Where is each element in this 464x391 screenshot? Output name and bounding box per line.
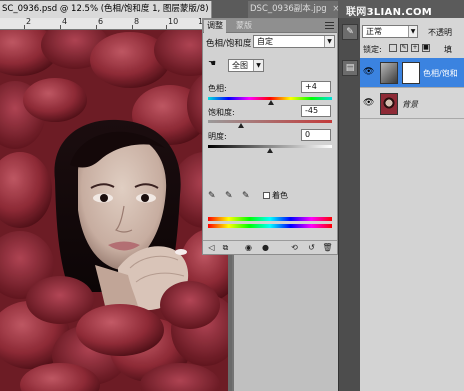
document-tab-label: DSC_0936副本.jpg [250, 4, 327, 14]
document-tab-label: SC_0936.psd @ 12.5% (色相/饱和度 1, 图层蒙版/8) * [2, 4, 212, 14]
output-spectrum-bar [208, 224, 332, 228]
preset-value: 自定 [257, 37, 273, 46]
eye-icon[interactable]: 👁 [363, 99, 375, 108]
document-tab-active[interactable]: SC_0936.psd @ 12.5% (色相/饱和度 1, 图层蒙版/8) *… [0, 1, 212, 18]
brush-icon[interactable]: ✎ [342, 24, 358, 40]
portrait-photo [0, 30, 228, 391]
colorize-checkbox[interactable] [263, 192, 270, 199]
hue-value-field[interactable]: +4 [301, 81, 331, 93]
lock-label: 锁定: [363, 45, 382, 54]
opacity-label: 不透明 [428, 28, 452, 37]
adjustment-header: 色相/饱和度 自定 ▼ [203, 34, 337, 50]
adjustments-panel: 调整 蒙版 色相/饱和度 自定 ▼ ☚ 全图 ▼ 色相: +4 饱和度: -45… [202, 18, 338, 255]
chevron-down-icon: ▼ [408, 26, 417, 37]
eyedropper-icon[interactable]: ✎ [208, 191, 218, 201]
chevron-down-icon: ▼ [324, 36, 334, 47]
view-previous-icon[interactable]: ⟲ [289, 243, 300, 253]
layer-thumbnail [380, 93, 398, 115]
preset-dropdown[interactable]: 自定 ▼ [253, 35, 335, 48]
clip-icon[interactable]: ⧉ [220, 243, 231, 253]
horizontal-ruler[interactable]: 2 4 6 8 10 12 [0, 18, 202, 30]
layers-empty-area [360, 130, 464, 391]
ruler-number: 2 [26, 18, 32, 26]
document-tab-inactive[interactable]: DSC_0936副本.jpg × [248, 1, 340, 18]
lightness-slider-thumb[interactable] [267, 148, 273, 153]
empty-canvas-area [234, 255, 338, 391]
hue-label: 色相: [208, 84, 227, 93]
saturation-slider-track[interactable] [208, 120, 332, 123]
targeted-adjustment-icon[interactable]: ☚ [208, 59, 218, 69]
blend-mode-dropdown[interactable]: 正常 ▼ [362, 25, 418, 38]
ruler-number: 6 [98, 18, 104, 26]
eye-icon[interactable]: 👁 [363, 68, 375, 77]
lock-all-icon[interactable]: ■ [422, 44, 430, 52]
hue-slider-thumb[interactable] [268, 100, 275, 105]
saturation-slider-thumb[interactable] [238, 123, 245, 128]
panel-dock-strip: ✎ ▤ [338, 18, 360, 391]
prev-state-icon[interactable]: ● [260, 243, 271, 253]
saturation-label: 饱和度: [208, 108, 235, 117]
back-icon[interactable]: ◁ [206, 243, 217, 253]
lightness-label: 明度: [208, 132, 227, 141]
adjustments-footer: ◁ ⧉ ◉ ● ⟲ ↺ 🗑 [203, 240, 337, 254]
layer-name[interactable]: 色相/饱和 [423, 68, 458, 79]
ruler-number: 8 [134, 18, 140, 26]
layer-mask-thumbnail[interactable] [402, 62, 420, 84]
chevron-down-icon: ▼ [253, 60, 263, 71]
adjustment-layer-icon [380, 62, 398, 84]
watermark-text: 联网3LIAN.COM [346, 3, 432, 18]
delete-icon[interactable]: 🗑 [322, 243, 333, 253]
reset-icon[interactable]: ↺ [306, 243, 317, 253]
layer-row-background[interactable]: 👁 背景 [360, 89, 464, 119]
ruler-number: 4 [62, 18, 68, 26]
lock-transparency-icon[interactable] [389, 44, 397, 52]
watermark-prefix: 联网 [346, 7, 367, 18]
fill-label: 填 [444, 45, 452, 54]
panel-tab-bar: 调整 蒙版 [203, 19, 337, 33]
layer-name[interactable]: 背景 [402, 99, 418, 110]
tab-adjustments[interactable]: 调整 [204, 20, 226, 33]
document-canvas[interactable] [0, 30, 228, 391]
ruler-number: 10 [168, 18, 179, 26]
lock-paint-icon[interactable]: ✎ [400, 44, 408, 52]
panel-menu-icon[interactable] [325, 22, 334, 29]
document-tab-bar: SC_0936.psd @ 12.5% (色相/饱和度 1, 图层蒙版/8) *… [0, 0, 340, 18]
layers-panel: 正常 ▼ 不透明 锁定: ✎ + ■ 填 👁 色相/饱和 👁 背景 [360, 18, 464, 391]
watermark: 联网3LIAN.COM [338, 0, 464, 18]
adjustment-title: 色相/饱和度 [206, 39, 252, 49]
layers-icon[interactable]: ▤ [342, 60, 358, 76]
blend-mode-value: 正常 [366, 27, 382, 36]
watermark-domain: 3LIAN.COM [366, 7, 433, 18]
lightness-value-field[interactable]: 0 [301, 129, 331, 141]
input-spectrum-bar [208, 217, 332, 221]
edit-range-value: 全图 [232, 61, 248, 70]
layer-row-hue-saturation[interactable]: 👁 色相/饱和 [360, 58, 464, 88]
eyedropper-add-icon[interactable]: ✎ [225, 191, 235, 201]
saturation-value-field[interactable]: -45 [301, 105, 331, 117]
edit-range-dropdown[interactable]: 全图 ▼ [228, 59, 264, 72]
eyedropper-subtract-icon[interactable]: ✎ [242, 191, 252, 201]
eye-visibility-icon[interactable]: ◉ [243, 243, 254, 253]
colorize-label: 着色 [272, 191, 288, 200]
lock-position-icon[interactable]: + [411, 44, 419, 52]
tab-masks[interactable]: 蒙版 [233, 20, 255, 33]
